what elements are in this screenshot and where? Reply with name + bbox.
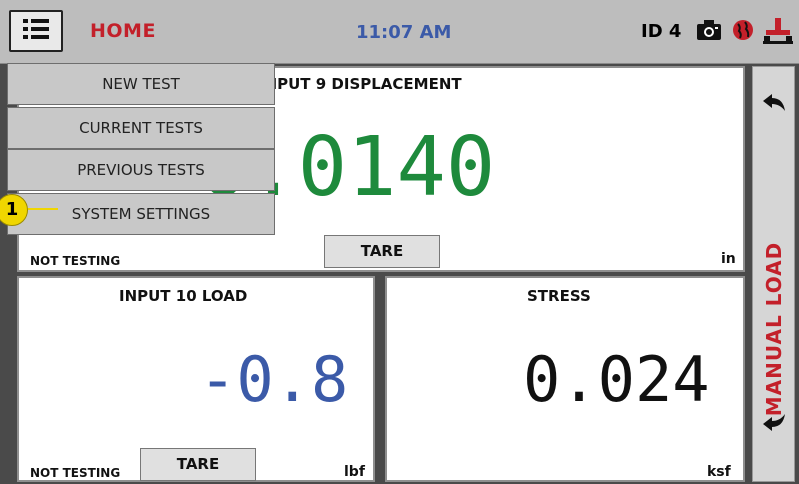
globe-icon[interactable] bbox=[731, 18, 755, 42]
device-id: ID 4 bbox=[641, 21, 682, 42]
load-unit: lbf bbox=[344, 464, 365, 480]
camera-icon[interactable] bbox=[695, 18, 723, 42]
stress-title: STRESS bbox=[527, 287, 591, 305]
displacement-status: NOT TESTING bbox=[30, 254, 121, 268]
manual-load-label: MANUAL LOAD bbox=[762, 241, 786, 417]
load-title: INPUT 10 LOAD bbox=[119, 287, 248, 305]
stress-value: 0.024 bbox=[523, 343, 710, 416]
manual-load-sidebar[interactable]: MANUAL LOAD bbox=[752, 66, 795, 482]
load-frame-icon[interactable] bbox=[763, 18, 793, 44]
load-tare-button[interactable]: TARE bbox=[140, 448, 256, 481]
menu-item-system-settings[interactable]: SYSTEM SETTINGS bbox=[7, 193, 275, 235]
displacement-tare-button[interactable]: TARE bbox=[324, 235, 440, 268]
load-panel: INPUT 10 LOAD -0.8 NOT TESTING TARE lbf bbox=[17, 276, 375, 482]
top-bar: HOME 11:07 AM ID 4 bbox=[0, 0, 799, 64]
arrow-back-up-icon[interactable] bbox=[759, 91, 789, 115]
menu-item-current-tests[interactable]: CURRENT TESTS bbox=[7, 107, 275, 149]
menu-item-new-test[interactable]: NEW TEST bbox=[7, 63, 275, 105]
callout-line bbox=[26, 208, 58, 210]
stress-unit: ksf bbox=[707, 464, 731, 480]
displacement-unit: in bbox=[721, 251, 736, 267]
page-title: HOME bbox=[90, 20, 156, 42]
clock: 11:07 AM bbox=[356, 22, 452, 43]
load-status: NOT TESTING bbox=[30, 466, 121, 480]
arrow-back-down-icon[interactable] bbox=[759, 410, 789, 434]
stress-panel: STRESS 0.024 ksf bbox=[385, 276, 745, 482]
menu-item-previous-tests[interactable]: PREVIOUS TESTS bbox=[7, 149, 275, 191]
displacement-title: INPUT 9 DISPLACEMENT bbox=[259, 75, 462, 93]
hamburger-menu-icon bbox=[23, 19, 49, 39]
load-value: -0.8 bbox=[199, 343, 349, 416]
menu-button[interactable] bbox=[9, 10, 63, 52]
